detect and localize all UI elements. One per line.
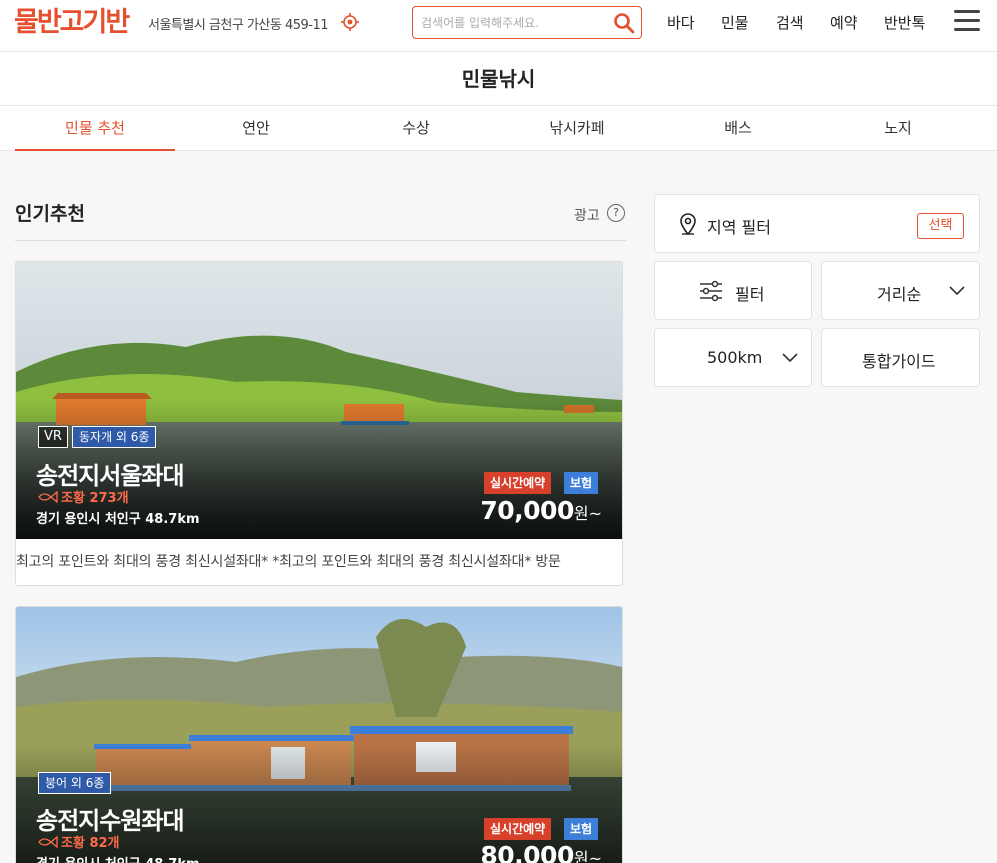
price-amount: 70,000 bbox=[480, 496, 574, 525]
map-pin-icon bbox=[680, 213, 696, 235]
nav-search[interactable]: 검색 bbox=[776, 12, 804, 33]
search-icon[interactable] bbox=[613, 12, 635, 34]
tab-fishing-cafe[interactable]: 낚시카페 bbox=[497, 106, 657, 151]
insurance-badge: 보험 bbox=[564, 818, 599, 840]
price-unit: 원~ bbox=[573, 504, 602, 523]
price-unit: 원~ bbox=[573, 849, 602, 863]
insurance-badge: 보험 bbox=[564, 472, 599, 494]
integrated-guide-button[interactable]: 통합가이드 bbox=[821, 328, 980, 387]
category-tabs: 민물 추천 연안 수상 낚시카페 배스 노지 bbox=[0, 106, 997, 151]
catch-count: 조황 273개 bbox=[38, 487, 129, 506]
tab-open-field[interactable]: 노지 bbox=[818, 106, 978, 151]
fish-icon bbox=[38, 491, 58, 503]
guide-label: 통합가이드 bbox=[862, 352, 936, 371]
listing-location: 경기 용인시 처인구 48.7km bbox=[36, 512, 200, 527]
catch-count-text: 조황 273개 bbox=[61, 491, 129, 506]
search-input[interactable] bbox=[421, 13, 611, 33]
nav-reservation[interactable]: 예약 bbox=[830, 12, 858, 33]
nav-talk[interactable]: 반반톡 bbox=[884, 12, 925, 33]
sort-label: 거리순 bbox=[877, 285, 922, 304]
distance-label: 500km bbox=[707, 348, 763, 367]
realtime-reservation-badge: 실시간예약 bbox=[484, 818, 552, 840]
fish-species-badge: 붕어 외 6종 bbox=[38, 772, 112, 794]
current-location-icon[interactable] bbox=[340, 12, 360, 32]
realtime-reservation-badge: 실시간예약 bbox=[484, 472, 552, 494]
tab-recommend[interactable]: 민물 추천 bbox=[15, 106, 175, 151]
listing-price: 70,000원~ bbox=[480, 496, 602, 525]
region-select-button[interactable]: 선택 bbox=[917, 213, 964, 239]
catch-count-text: 조황 82개 bbox=[61, 836, 120, 851]
tab-shore[interactable]: 연안 bbox=[176, 106, 336, 151]
ad-help-icon[interactable]: ? bbox=[607, 204, 625, 222]
nav-freshwater[interactable]: 민물 bbox=[721, 12, 749, 33]
filter-label: 필터 bbox=[735, 285, 765, 304]
chevron-down-icon bbox=[782, 353, 798, 363]
current-address[interactable]: 서울특별시 금천구 가산동 459-11 bbox=[148, 14, 329, 33]
listing-card[interactable]: VR 동자개 외 6종 송전지서울좌대 조황 273개 경기 용인시 처인구 4… bbox=[15, 261, 623, 586]
nav-sea[interactable]: 바다 bbox=[667, 12, 695, 33]
fish-icon bbox=[38, 836, 58, 848]
listing-name: 송전지수원좌대 bbox=[36, 807, 185, 835]
listing-price: 80,000원~ bbox=[480, 841, 602, 863]
section-divider bbox=[15, 240, 626, 241]
fish-species-badge: 동자개 외 6종 bbox=[72, 426, 157, 448]
listing-description: 최고의 포인트와 최대의 풍경 최신시설좌대* *최고의 포인트와 최대의 풍경… bbox=[16, 554, 561, 570]
price-amount: 80,000 bbox=[480, 841, 574, 863]
listing-card[interactable]: 붕어 외 6종 송전지수원좌대 조황 82개 경기 용인시 처인구 48.7km… bbox=[15, 606, 623, 863]
ad-label: 광고 bbox=[574, 208, 600, 224]
listing-name: 송전지서울좌대 bbox=[36, 462, 185, 490]
search-box bbox=[412, 6, 642, 39]
vr-badge: VR bbox=[38, 426, 68, 448]
region-filter-box[interactable]: 지역 필터 선택 bbox=[654, 194, 980, 253]
hamburger-menu-icon[interactable] bbox=[954, 10, 980, 32]
top-header: 물반고기반 서울특별시 금천구 가산동 459-11 바다 민물 검색 예약 반… bbox=[0, 0, 997, 52]
tab-bass[interactable]: 배스 bbox=[658, 106, 818, 151]
section-title: 인기추천 bbox=[15, 203, 85, 225]
listing-location: 경기 용인시 처인구 48.7km bbox=[36, 853, 200, 863]
catch-count: 조황 82개 bbox=[38, 832, 120, 851]
distance-dropdown[interactable]: 500km bbox=[654, 328, 812, 387]
region-filter-label: 지역 필터 bbox=[707, 218, 771, 237]
tab-floating[interactable]: 수상 bbox=[336, 106, 496, 151]
logo[interactable]: 물반고기반 bbox=[14, 6, 130, 40]
filter-button[interactable]: 필터 bbox=[654, 261, 812, 320]
sliders-icon bbox=[700, 280, 722, 302]
sort-dropdown[interactable]: 거리순 bbox=[821, 261, 980, 320]
page-title: 민물낚시 bbox=[0, 52, 997, 106]
chevron-down-icon bbox=[949, 286, 965, 296]
